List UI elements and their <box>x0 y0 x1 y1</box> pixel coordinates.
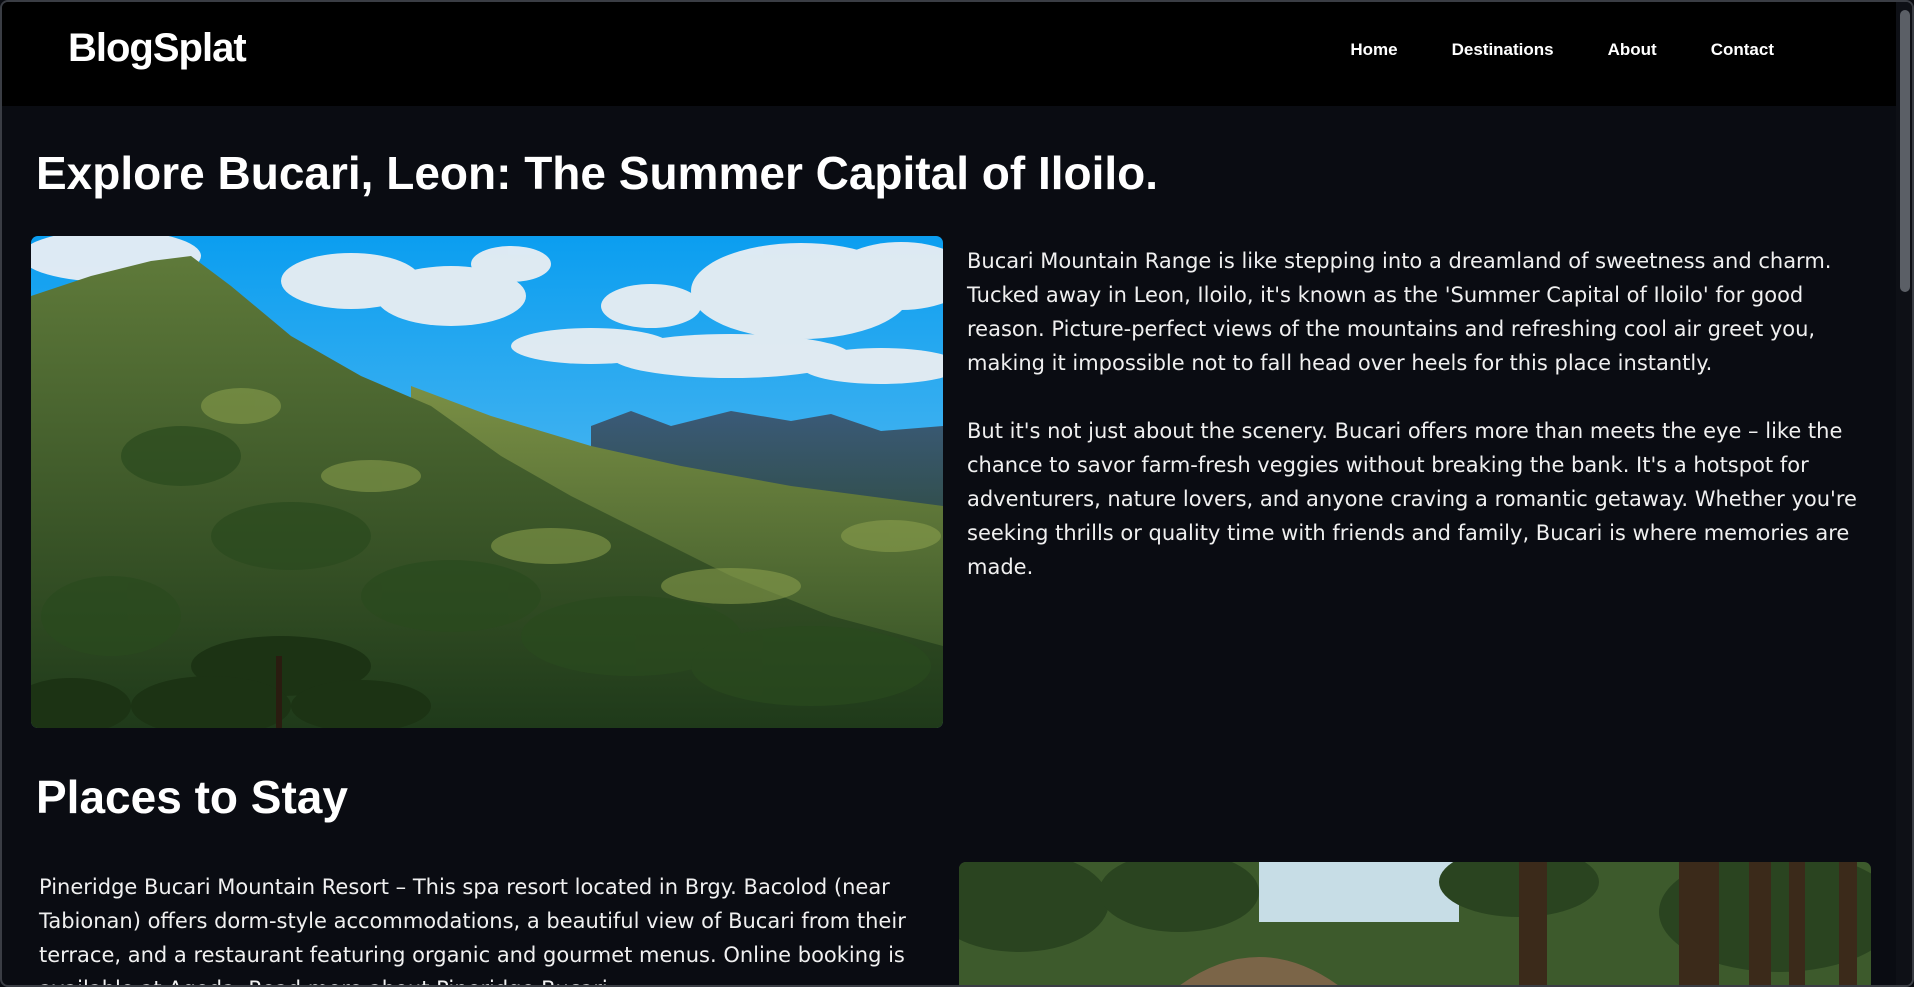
pine-forest-picture <box>959 862 1871 985</box>
browser-window: BlogSplat Home Destinations About Contac… <box>0 0 1914 987</box>
nav-links: Home Destinations About Contact <box>1296 40 1774 60</box>
vertical-scrollbar[interactable] <box>1896 2 1912 985</box>
scrollbar-thumb[interactable] <box>1900 10 1910 292</box>
intro-paragraph-1: Bucari Mountain Range is like stepping i… <box>967 249 1832 375</box>
nav-link-contact[interactable]: Contact <box>1711 40 1774 60</box>
site-logo[interactable]: BlogSplat <box>68 26 247 71</box>
intro-paragraph-2: But it's not just about the scenery. Buc… <box>967 419 1857 579</box>
nav-link-home[interactable]: Home <box>1350 40 1397 60</box>
article-title: Explore Bucari, Leon: The Summer Capital… <box>36 147 1159 199</box>
places-to-stay-heading: Places to Stay <box>36 771 348 823</box>
nav-link-about[interactable]: About <box>1608 40 1657 60</box>
nav-link-destinations[interactable]: Destinations <box>1452 40 1554 60</box>
resort-image <box>959 862 1871 985</box>
stay-text: Pineridge Bucari Mountain Resort – This … <box>39 870 939 985</box>
top-navbar: BlogSplat Home Destinations About Contac… <box>2 2 1896 106</box>
intro-text: Bucari Mountain Range is like stepping i… <box>967 244 1867 618</box>
hero-image <box>31 236 943 728</box>
stay-paragraph: Pineridge Bucari Mountain Resort – This … <box>39 875 906 985</box>
mountain-landscape-picture <box>31 236 943 728</box>
main-content: Explore Bucari, Leon: The Summer Capital… <box>2 106 1896 985</box>
